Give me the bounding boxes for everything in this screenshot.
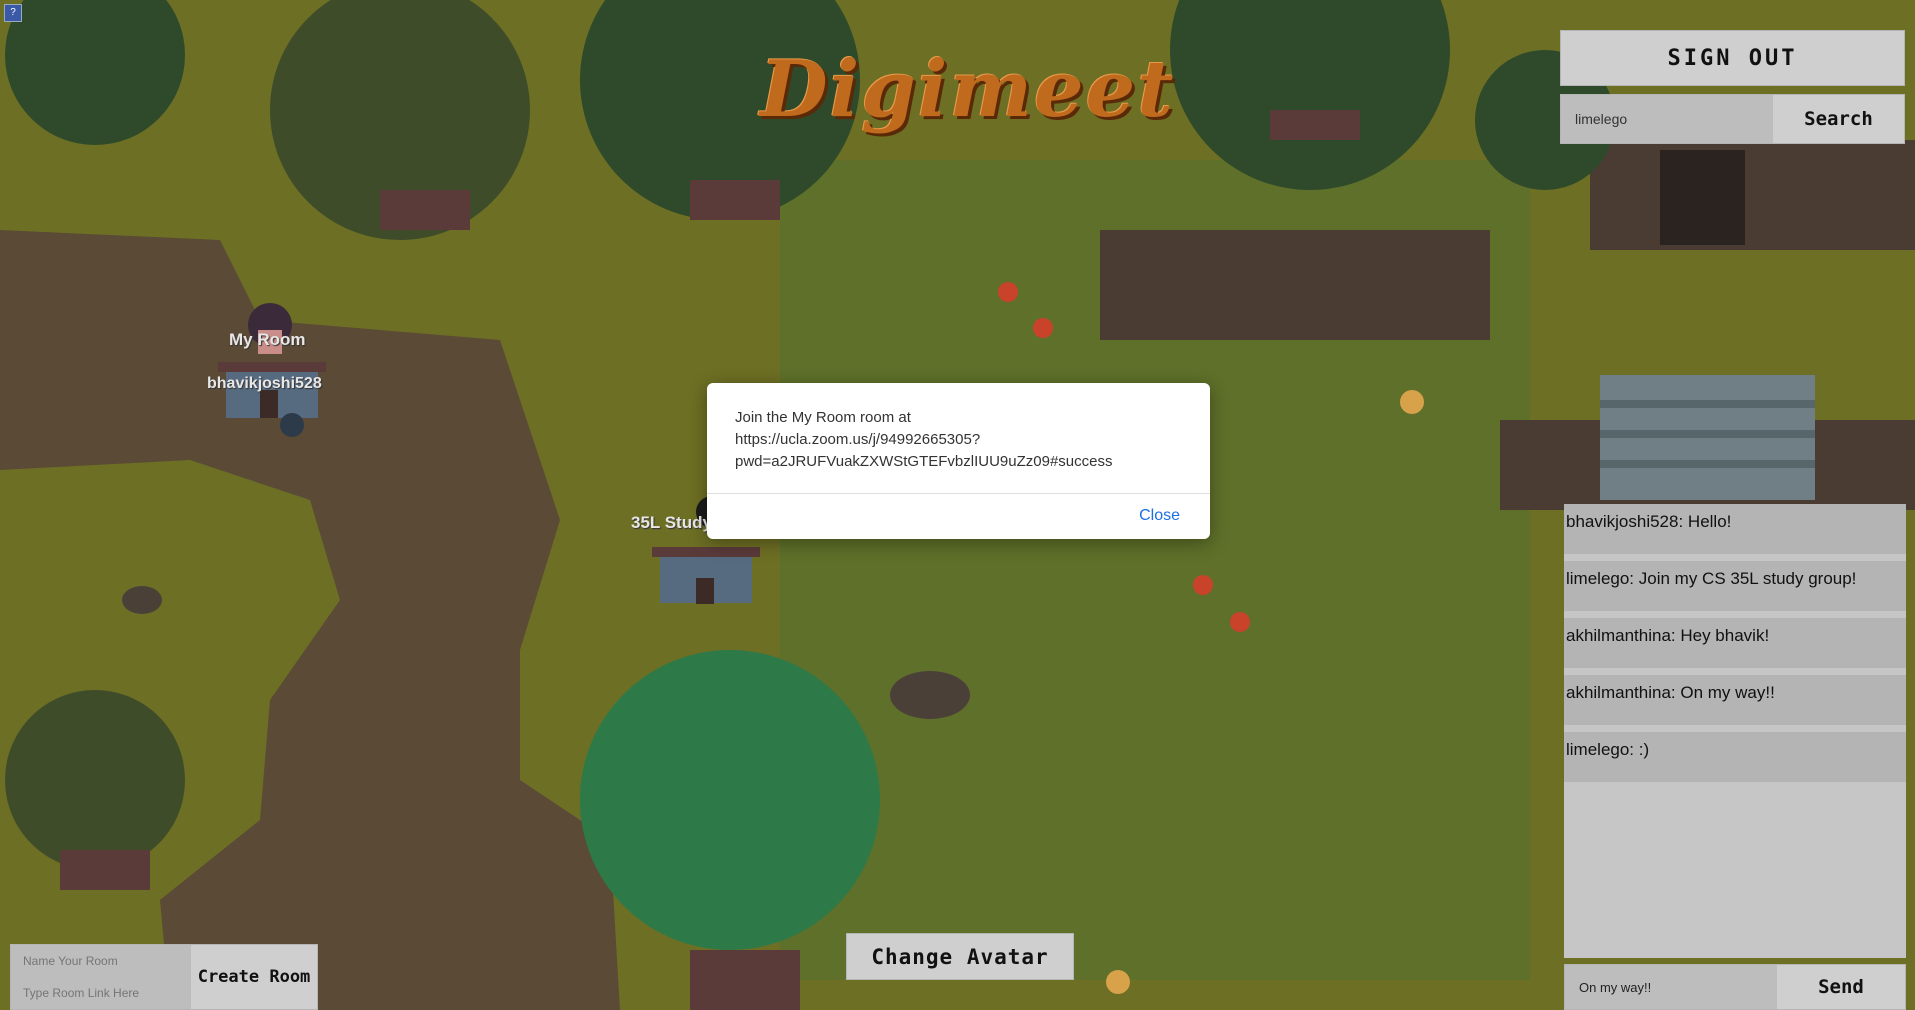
room-label-my-room: My Room bbox=[229, 330, 306, 349]
user-tag-label: bhavikjoshi528 bbox=[207, 375, 322, 392]
room-link-input[interactable] bbox=[11, 977, 191, 1009]
chat-panel[interactable]: bhavikjoshi528: Hello! limelego: Join my… bbox=[1564, 504, 1906, 958]
dialog-divider bbox=[707, 493, 1210, 494]
dialog-close-button[interactable]: Close bbox=[1139, 507, 1180, 525]
app-logo: Digimeet bbox=[760, 44, 1176, 135]
room-name-input[interactable] bbox=[11, 945, 191, 977]
chat-message: limelego: Join my CS 35L study group! bbox=[1564, 561, 1906, 611]
sign-out-button[interactable]: SIGN OUT bbox=[1560, 30, 1905, 86]
search-bar: Search bbox=[1560, 94, 1905, 144]
chat-message: limelego: :) bbox=[1564, 732, 1906, 782]
chat-message: akhilmanthina: On my way!! bbox=[1564, 675, 1906, 725]
send-button[interactable]: Send bbox=[1777, 965, 1905, 1009]
dialog-message: Join the My Room room at https://ucla.zo… bbox=[735, 409, 1113, 470]
change-avatar-button[interactable]: Change Avatar bbox=[846, 933, 1074, 980]
create-room-form: Create Room bbox=[10, 944, 318, 1010]
chat-input[interactable] bbox=[1565, 965, 1777, 1009]
chat-composer: Send bbox=[1564, 964, 1906, 1010]
create-room-button[interactable]: Create Room bbox=[191, 945, 317, 1009]
search-input[interactable] bbox=[1561, 95, 1773, 143]
search-button[interactable]: Search bbox=[1773, 95, 1904, 143]
chat-message: bhavikjoshi528: Hello! bbox=[1564, 504, 1906, 554]
help-icon[interactable]: ? bbox=[4, 4, 22, 22]
chat-message: akhilmanthina: Hey bhavik! bbox=[1564, 618, 1906, 668]
join-room-dialog: Join the My Room room at https://ucla.zo… bbox=[707, 383, 1210, 539]
